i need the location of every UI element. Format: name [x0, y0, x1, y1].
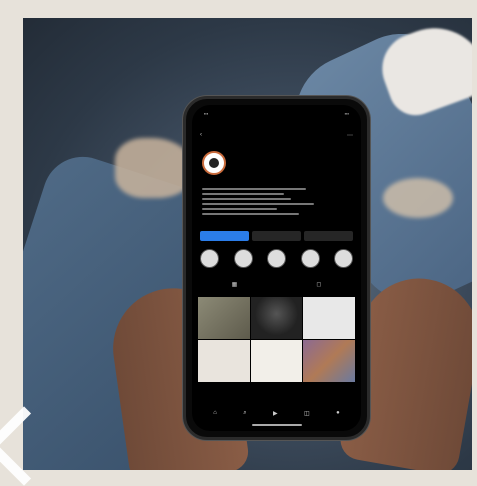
contact-button[interactable]: [304, 231, 353, 241]
shop-icon[interactable]: ◫: [304, 410, 310, 417]
bio-line: [202, 198, 292, 200]
smartphone: ▪▪▪ ▪▪▪ ‹ ⋯ ▦ ◻ ⌂ ⌕ ▶ ◫ ●: [183, 96, 370, 440]
search-icon[interactable]: ⌕: [243, 410, 246, 417]
jeans-rip-2: [383, 178, 453, 218]
back-icon[interactable]: ‹: [200, 132, 202, 138]
profile-bio: [202, 185, 351, 218]
highlight-item[interactable]: [267, 249, 286, 268]
bottom-nav: ⌂ ⌕ ▶ ◫ ●: [200, 410, 353, 417]
post-tile[interactable]: [198, 340, 250, 382]
page-frame: ▪▪▪ ▪▪▪ ‹ ⋯ ▦ ◻ ⌂ ⌕ ▶ ◫ ●: [0, 0, 477, 486]
home-icon[interactable]: ⌂: [213, 410, 217, 417]
bio-line: [202, 213, 299, 215]
bio-line: [202, 188, 307, 190]
story-highlights: [200, 249, 353, 268]
status-bar: ▪▪▪ ▪▪▪: [204, 111, 349, 116]
bio-line: [202, 203, 314, 205]
highlight-item[interactable]: [233, 249, 253, 268]
message-button[interactable]: [252, 231, 301, 241]
post-tile[interactable]: [198, 297, 250, 339]
bio-line: [202, 193, 284, 195]
post-tile[interactable]: [250, 340, 303, 382]
follow-button[interactable]: [200, 231, 249, 241]
phone-screen: ▪▪▪ ▪▪▪ ‹ ⋯ ▦ ◻ ⌂ ⌕ ▶ ◫ ●: [192, 105, 361, 431]
highlight-item[interactable]: [200, 249, 219, 268]
status-time: ▪▪▪: [204, 111, 209, 116]
lifestyle-photo: ▪▪▪ ▪▪▪ ‹ ⋯ ▦ ◻ ⌂ ⌕ ▶ ◫ ●: [23, 18, 472, 470]
post-grid: [198, 297, 355, 382]
profile-tabs: ▦ ◻: [192, 281, 361, 288]
tagged-icon[interactable]: ◻: [316, 281, 321, 288]
post-tile[interactable]: [303, 297, 355, 339]
profile-icon[interactable]: ●: [336, 410, 340, 417]
status-icons: ▪▪▪: [344, 111, 349, 116]
post-tile[interactable]: [303, 340, 355, 382]
profile-actions: [200, 231, 353, 241]
home-indicator: [251, 424, 302, 426]
avatar[interactable]: [202, 151, 226, 175]
more-icon[interactable]: ⋯: [347, 132, 353, 139]
reels-icon[interactable]: ▶: [273, 410, 278, 417]
post-tile[interactable]: [250, 297, 303, 339]
bio-line: [202, 208, 277, 210]
highlight-item[interactable]: [300, 249, 320, 268]
highlight-item[interactable]: [334, 249, 353, 268]
grid-icon[interactable]: ▦: [232, 281, 238, 288]
